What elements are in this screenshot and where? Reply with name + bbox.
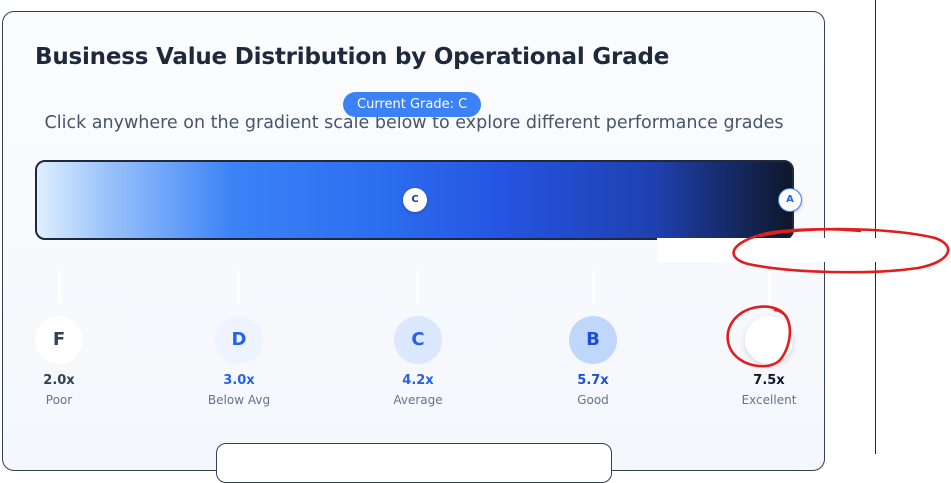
- scale-marker-a[interactable]: A: [778, 188, 802, 212]
- grade-multiplier-f: 2.0x: [43, 373, 75, 388]
- gradient-scale[interactable]: C A: [35, 160, 802, 240]
- grade-label-c: Average: [393, 393, 443, 407]
- grade-tick-a: [768, 271, 771, 303]
- grade-c[interactable]: C 4.2x Average: [368, 316, 468, 407]
- grade-circle-d[interactable]: D: [215, 316, 263, 364]
- grade-b[interactable]: B 5.7x Good: [543, 316, 643, 407]
- current-grade-badge: Current Grade: C: [343, 92, 482, 117]
- grade-multiplier-b: 5.7x: [577, 373, 609, 388]
- grade-multiplier-c: 4.2x: [402, 373, 434, 388]
- panel-divider: [875, 0, 876, 454]
- grade-label-b: Good: [577, 393, 609, 407]
- grade-tick-b: [592, 271, 595, 303]
- grade-circle-c[interactable]: C: [394, 316, 442, 364]
- grade-tick-f: [58, 271, 61, 303]
- grade-multiplier-a: 7.5x: [753, 373, 785, 388]
- grade-label-a: Excellent: [741, 393, 797, 407]
- grade-label-d: Below Avg: [207, 393, 271, 407]
- grade-multiplier-d: 3.0x: [223, 373, 255, 388]
- grade-circle-f[interactable]: F: [35, 316, 83, 364]
- grade-f[interactable]: F 2.0x Poor: [9, 316, 109, 407]
- grade-tick-c: [416, 271, 419, 303]
- grade-circle-b[interactable]: B: [569, 316, 617, 364]
- grade-d[interactable]: D 3.0x Below Avg: [189, 316, 289, 407]
- page-title: Business Value Distribution by Operation…: [35, 44, 670, 70]
- grade-circle-a[interactable]: [745, 316, 793, 364]
- details-panel[interactable]: [216, 443, 612, 483]
- grade-a[interactable]: 7.5x Excellent: [719, 316, 819, 407]
- grade-label-f: Poor: [45, 393, 73, 407]
- grade-tick-d: [237, 271, 240, 303]
- scale-marker-c[interactable]: C: [403, 188, 427, 212]
- overlay-patch: [657, 238, 877, 262]
